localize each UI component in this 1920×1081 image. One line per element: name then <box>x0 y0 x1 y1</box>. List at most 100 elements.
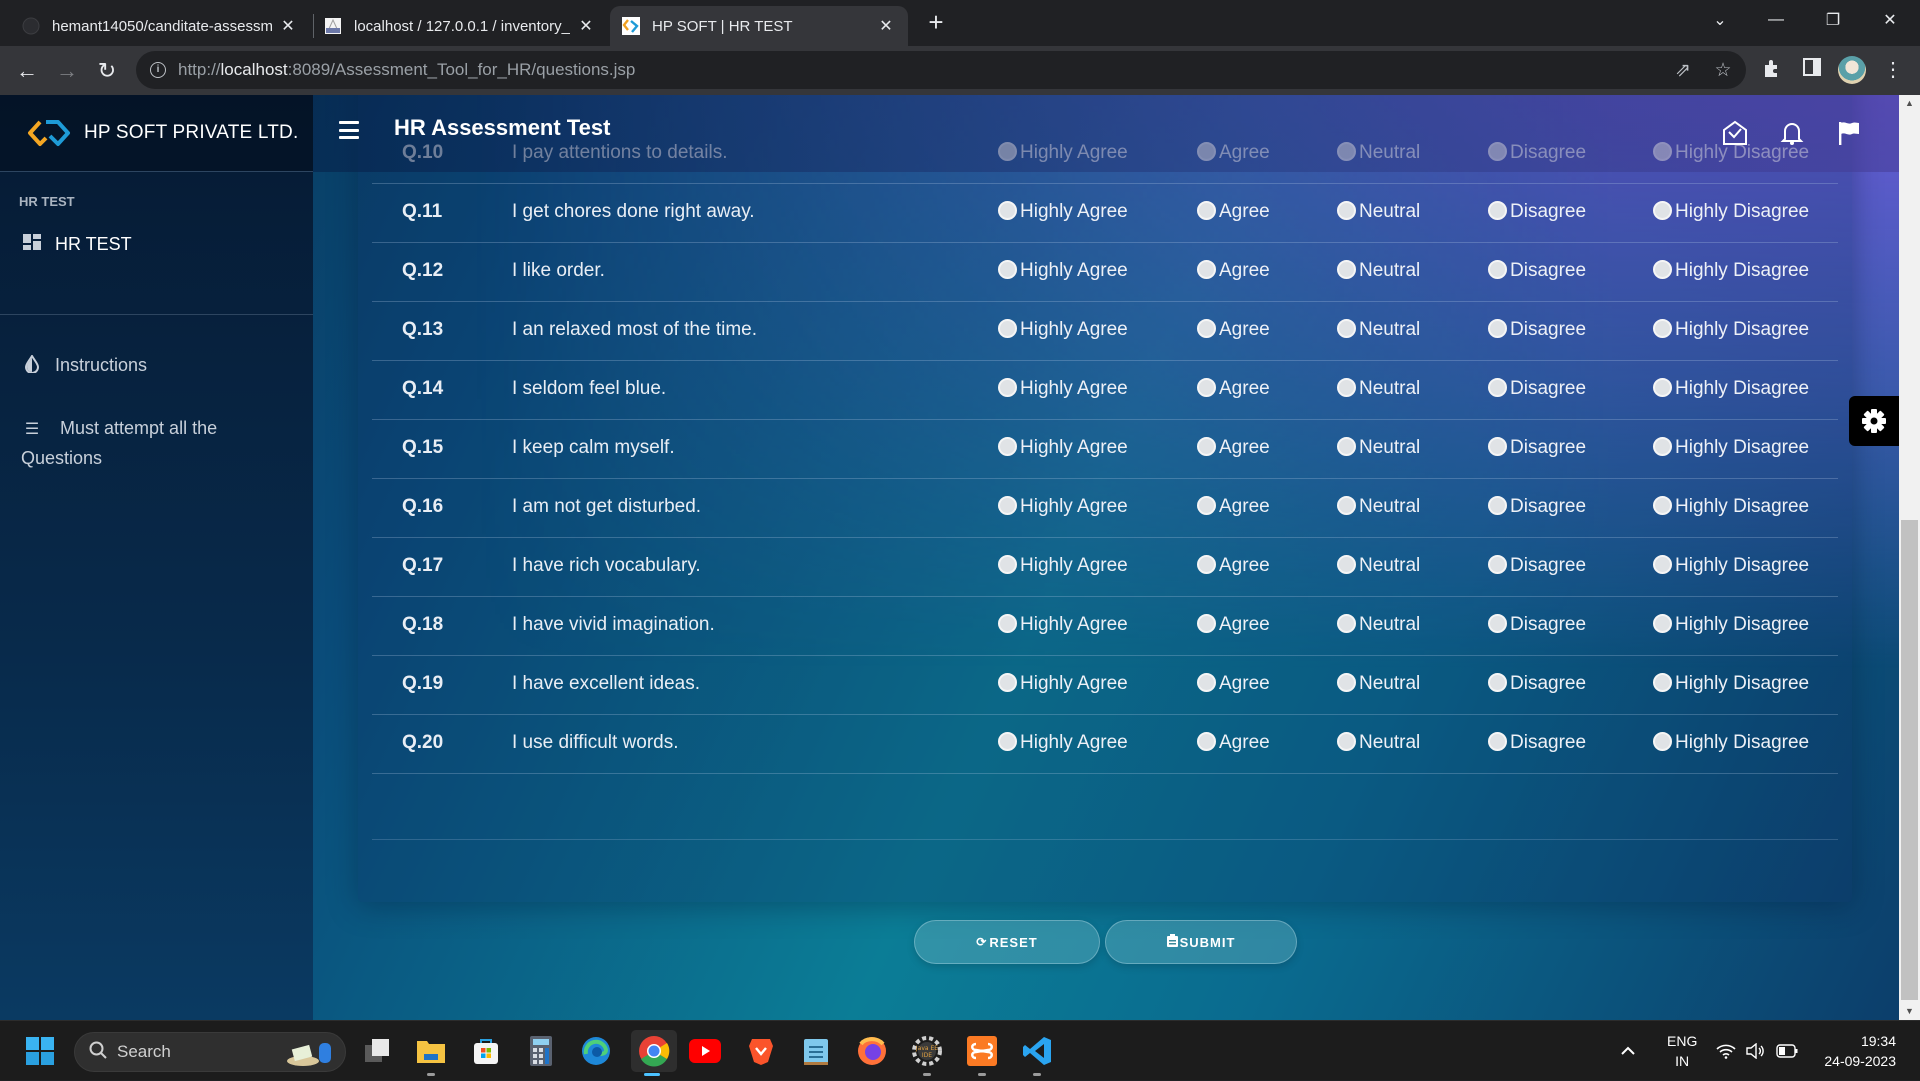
answer-option[interactable]: Agree <box>1197 731 1270 754</box>
chrome-menu-icon[interactable]: ⋮ <box>1880 57 1906 83</box>
answer-option[interactable]: Highly Agree <box>998 259 1128 282</box>
radio-button[interactable] <box>1337 672 1356 692</box>
answer-option[interactable]: Highly Agree <box>998 436 1128 459</box>
radio-button[interactable] <box>1488 554 1507 574</box>
answer-option[interactable]: Disagree <box>1488 495 1586 518</box>
radio-button[interactable] <box>1653 672 1672 692</box>
answer-option[interactable]: Highly Disagree <box>1653 318 1809 341</box>
radio-button[interactable] <box>1488 495 1507 515</box>
answer-option[interactable]: Agree <box>1197 613 1270 636</box>
close-tab-icon[interactable]: ✕ <box>576 16 596 36</box>
xampp-icon[interactable] <box>961 1030 1003 1076</box>
radio-button[interactable] <box>1653 613 1672 633</box>
radio-button[interactable] <box>1197 613 1216 633</box>
answer-option[interactable]: Agree <box>1197 672 1270 695</box>
answer-option[interactable]: Highly Agree <box>998 672 1128 695</box>
radio-button[interactable] <box>1488 436 1507 456</box>
firefox-icon[interactable] <box>851 1030 893 1072</box>
restore-button[interactable]: ❐ <box>1805 0 1861 40</box>
radio-button[interactable] <box>1197 318 1216 338</box>
answer-option[interactable]: Highly Disagree <box>1653 495 1809 518</box>
answer-option[interactable]: Agree <box>1197 495 1270 518</box>
radio-button[interactable] <box>998 436 1017 456</box>
radio-button[interactable] <box>1488 377 1507 397</box>
forward-button[interactable]: → <box>51 55 83 87</box>
radio-button[interactable] <box>1337 200 1356 220</box>
answer-option[interactable]: Disagree <box>1488 554 1586 577</box>
radio-button[interactable] <box>1197 554 1216 574</box>
radio-button[interactable] <box>1337 318 1356 338</box>
show-hidden-icons-chevron[interactable] <box>1620 1021 1636 1081</box>
radio-button[interactable] <box>1488 613 1507 633</box>
close-tab-icon[interactable]: ✕ <box>278 16 298 36</box>
brave-browser-icon[interactable] <box>740 1030 782 1072</box>
radio-button[interactable] <box>1337 259 1356 279</box>
answer-option[interactable]: Neutral <box>1337 554 1420 577</box>
scrollbar-thumb[interactable] <box>1901 520 1918 1000</box>
radio-button[interactable] <box>1197 731 1216 751</box>
sidebar-item-hr-test[interactable]: HR TEST <box>0 222 313 266</box>
answer-option[interactable]: Neutral <box>1337 377 1420 400</box>
answer-option[interactable]: Highly Disagree <box>1653 200 1809 223</box>
answer-option[interactable]: Highly Disagree <box>1653 672 1809 695</box>
edge-browser-icon[interactable] <box>575 1030 617 1072</box>
radio-button[interactable] <box>1337 613 1356 633</box>
answer-option[interactable]: Disagree <box>1488 731 1586 754</box>
answer-option[interactable]: Disagree <box>1488 613 1586 636</box>
extensions-puzzle-icon[interactable] <box>1759 57 1785 83</box>
answer-option[interactable]: Highly Agree <box>998 377 1128 400</box>
answer-option[interactable]: Highly Disagree <box>1653 613 1809 636</box>
scroll-up-arrow-icon[interactable]: ▲ <box>1899 95 1920 112</box>
answer-option[interactable]: Agree <box>1197 377 1270 400</box>
answer-option[interactable]: Agree <box>1197 436 1270 459</box>
radio-button[interactable] <box>1488 318 1507 338</box>
radio-button[interactable] <box>1653 554 1672 574</box>
radio-button[interactable] <box>1337 377 1356 397</box>
answer-option[interactable]: Neutral <box>1337 318 1420 341</box>
radio-button[interactable] <box>1488 672 1507 692</box>
radio-button[interactable] <box>1197 436 1216 456</box>
answer-option[interactable]: Disagree <box>1488 200 1586 223</box>
answer-option[interactable]: Agree <box>1197 318 1270 341</box>
file-explorer-icon[interactable] <box>410 1030 452 1076</box>
close-tab-icon[interactable]: ✕ <box>876 16 896 36</box>
radio-button[interactable] <box>1337 436 1356 456</box>
answer-option[interactable]: Neutral <box>1337 200 1420 223</box>
side-panel-icon[interactable] <box>1799 57 1825 83</box>
radio-button[interactable] <box>1197 672 1216 692</box>
brand[interactable]: HP SOFT PRIVATE LTD. <box>0 95 313 172</box>
answer-option[interactable]: Neutral <box>1337 436 1420 459</box>
answer-option[interactable]: Agree <box>1197 259 1270 282</box>
answer-option[interactable]: Disagree <box>1488 436 1586 459</box>
youtube-icon[interactable] <box>684 1030 726 1072</box>
submit-button[interactable]: SUBMIT <box>1105 920 1297 964</box>
share-icon[interactable]: ⇗ <box>1672 60 1694 82</box>
address-bar[interactable]: i http://localhost:8089/Assessment_Tool_… <box>136 51 1746 89</box>
answer-option[interactable]: Highly Agree <box>998 495 1128 518</box>
minimize-button[interactable]: — <box>1748 0 1804 40</box>
radio-button[interactable] <box>1653 495 1672 515</box>
answer-option[interactable]: Neutral <box>1337 259 1420 282</box>
site-info-icon[interactable]: i <box>150 62 166 78</box>
chrome-taskbar-icon[interactable] <box>631 1030 677 1076</box>
radio-button[interactable] <box>1197 200 1216 220</box>
tab-search-chevron-icon[interactable]: ⌄ <box>1692 0 1748 40</box>
answer-option[interactable]: Disagree <box>1488 672 1586 695</box>
answer-option[interactable]: Highly Agree <box>998 318 1128 341</box>
answer-option[interactable]: Highly Agree <box>998 613 1128 636</box>
radio-button[interactable] <box>998 318 1017 338</box>
radio-button[interactable] <box>998 495 1017 515</box>
browser-tab-phpmyadmin[interactable]: localhost / 127.0.0.1 / inventory_r ✕ <box>312 6 608 46</box>
radio-button[interactable] <box>998 554 1017 574</box>
radio-button[interactable] <box>1337 554 1356 574</box>
radio-button[interactable] <box>1653 318 1672 338</box>
answer-option[interactable]: Highly Agree <box>998 200 1128 223</box>
reload-button[interactable]: ↻ <box>91 55 123 87</box>
profile-avatar[interactable] <box>1838 56 1866 84</box>
scroll-down-arrow-icon[interactable]: ▼ <box>1899 1003 1920 1020</box>
bell-icon[interactable] <box>1778 119 1806 147</box>
radio-button[interactable] <box>1197 495 1216 515</box>
answer-option[interactable]: Disagree <box>1488 318 1586 341</box>
answer-option[interactable]: Neutral <box>1337 672 1420 695</box>
radio-button[interactable] <box>1653 377 1672 397</box>
